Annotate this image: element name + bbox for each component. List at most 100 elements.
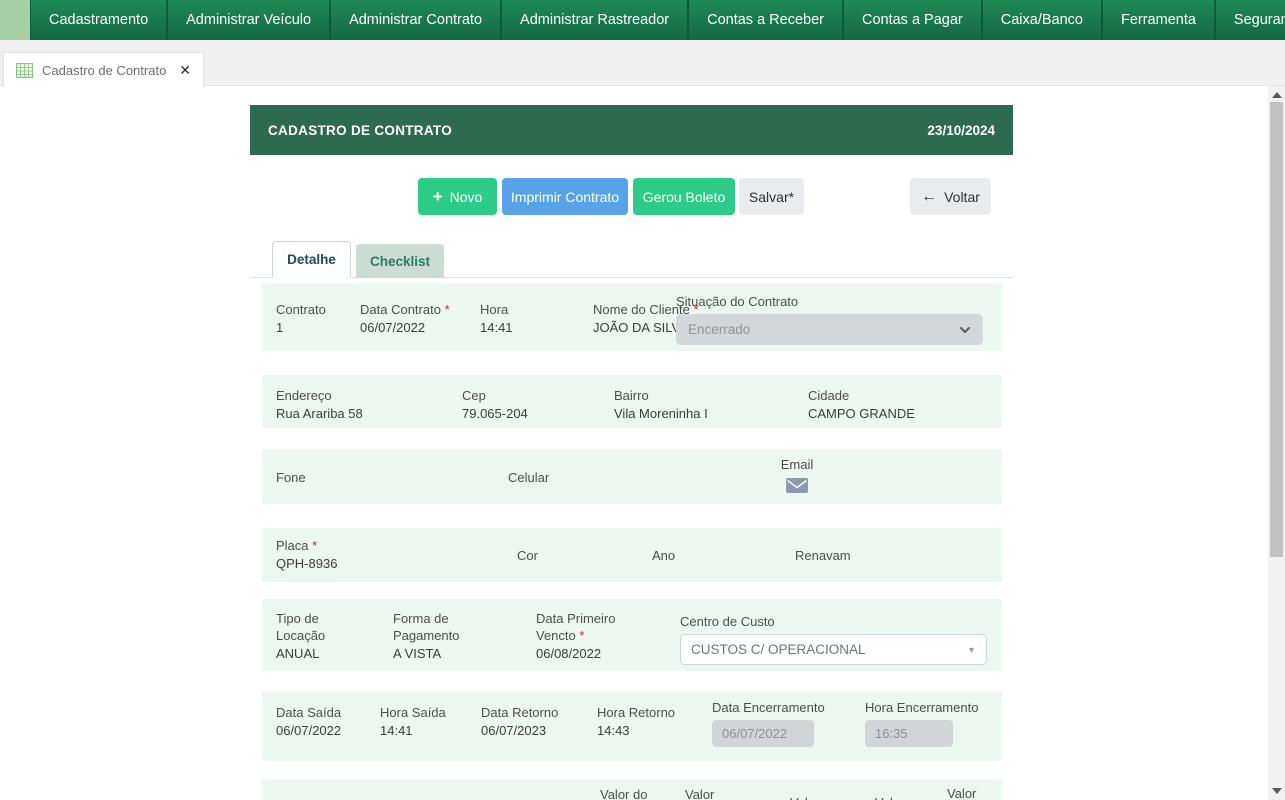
imprimir-contrato-button[interactable]: Imprimir Contrato bbox=[502, 178, 628, 215]
detail-tabs: Detalhe Checklist bbox=[250, 240, 1013, 278]
ano-label: Ano bbox=[652, 547, 675, 564]
data-encerramento-field: Data Encerramento 06/07/2022 bbox=[712, 699, 825, 747]
renavam-label: Renavam bbox=[795, 547, 851, 564]
hora-retorno-field: Hora Retorno 14:43 bbox=[597, 704, 675, 739]
tab-checklist[interactable]: Checklist bbox=[356, 244, 444, 278]
top-navbar: Cadastramento Administrar Veículo Admini… bbox=[0, 0, 1285, 40]
bairro-field: Bairro Vila Moreninha I bbox=[614, 387, 708, 422]
placa-label-text: Placa bbox=[276, 538, 309, 553]
nav-item-cadastramento[interactable]: Cadastramento bbox=[30, 0, 168, 40]
valor-label-1-text: Valor bbox=[685, 786, 745, 800]
hora-saida-label: Hora Saída bbox=[380, 704, 446, 721]
caret-down-icon: ▼ bbox=[967, 645, 976, 655]
envelope-icon[interactable] bbox=[786, 478, 808, 496]
panel-header: CADASTRO DE CONTRATO 23/10/2024 bbox=[250, 105, 1013, 155]
forma-pagamento-field: Forma de Pagamento A VISTA bbox=[393, 610, 473, 662]
gerou-boleto-button[interactable]: Gerou Boleto bbox=[633, 178, 735, 215]
voltar-label: Voltar bbox=[944, 189, 980, 205]
tab-detalhe[interactable]: Detalhe bbox=[272, 241, 351, 278]
nav-item-administrar-veiculo[interactable]: Administrar Veículo bbox=[168, 0, 331, 40]
hora-retorno-value: 14:43 bbox=[597, 722, 675, 739]
data-primeiro-vencto-field: Data Primeiro Vencto * 06/08/2022 bbox=[536, 610, 636, 662]
situacao-selected-value: Encerrado bbox=[688, 322, 750, 337]
screen: Cadastramento Administrar Veículo Admini… bbox=[0, 0, 1285, 800]
tipo-locacao-label: Tipo de Locação bbox=[276, 610, 338, 644]
form-row-payment: Tipo de Locação ANUAL Forma de Pagamento… bbox=[262, 599, 1002, 671]
valor-label-3: Valor bbox=[875, 794, 935, 800]
nav-item-contas-a-receber[interactable]: Contas a Receber bbox=[689, 0, 844, 40]
form-row-dates: Data Saída 06/07/2022 Hora Saída 14:41 D… bbox=[262, 691, 1002, 761]
tipo-locacao-field: Tipo de Locação ANUAL bbox=[276, 610, 338, 662]
hora-encerramento-label: Hora Encerramento bbox=[865, 699, 978, 716]
page-title: CADASTRO DE CONTRATO bbox=[268, 123, 452, 138]
hora-field: Hora 14:41 bbox=[480, 301, 513, 336]
close-icon[interactable]: ✕ bbox=[179, 62, 191, 79]
plus-icon: + bbox=[433, 188, 443, 205]
situacao-select[interactable]: Encerrado bbox=[676, 314, 983, 345]
page-tab-label: Cadastro de Contrato bbox=[42, 63, 166, 78]
situacao-label: Situação do Contrato bbox=[676, 293, 983, 310]
nav-item-seguranca[interactable]: Segurança bbox=[1216, 0, 1285, 40]
centro-custo-selected-value: CUSTOS C/ OPERACIONAL bbox=[691, 642, 866, 657]
contract-panel: CADASTRO DE CONTRATO 23/10/2024 + Novo I… bbox=[250, 105, 1013, 800]
scroll-up-icon[interactable] bbox=[1272, 92, 1282, 98]
data-saida-field: Data Saída 06/07/2022 bbox=[276, 704, 341, 739]
arrow-left-icon: ← bbox=[921, 189, 937, 205]
nav-item-contas-a-pagar[interactable]: Contas a Pagar bbox=[844, 0, 983, 40]
required-asterisk: * bbox=[312, 538, 317, 553]
valor-label-2-text: Valor bbox=[790, 794, 850, 800]
vertical-scrollbar[interactable] bbox=[1268, 86, 1285, 800]
contrato-value: 1 bbox=[276, 319, 326, 336]
renavam-field: Renavam bbox=[795, 547, 851, 564]
valor-do-label: Valor do bbox=[600, 786, 670, 800]
data-retorno-value: 06/07/2023 bbox=[481, 722, 558, 739]
nav-item-ferramenta[interactable]: Ferramenta bbox=[1103, 0, 1216, 40]
scroll-down-icon[interactable] bbox=[1272, 788, 1282, 794]
salvar-button[interactable]: Salvar* bbox=[739, 178, 804, 215]
centro-custo-select[interactable]: CUSTOS C/ OPERACIONAL ▼ bbox=[680, 634, 987, 665]
data-primeiro-vencto-value: 06/08/2022 bbox=[536, 645, 636, 662]
email-label: Email bbox=[767, 456, 827, 473]
cor-field: Cor bbox=[517, 547, 538, 564]
cidade-label: Cidade bbox=[808, 387, 915, 404]
hora-encerramento-input[interactable]: 16:35 bbox=[865, 720, 953, 747]
centro-custo-field: Centro de Custo CUSTOS C/ OPERACIONAL ▼ bbox=[680, 613, 987, 665]
required-asterisk: * bbox=[445, 302, 450, 317]
endereco-field: Endereço Rua Arariba 58 bbox=[276, 387, 363, 422]
cep-value: 79.065-204 bbox=[462, 405, 528, 422]
endereco-label: Endereço bbox=[276, 387, 363, 404]
required-asterisk: * bbox=[579, 628, 584, 643]
cidade-value: CAMPO GRANDE bbox=[808, 405, 915, 422]
valor-label-1: Valor bbox=[685, 786, 745, 800]
ano-field: Ano bbox=[652, 547, 675, 564]
voltar-button[interactable]: ← Voltar bbox=[910, 178, 991, 215]
contrato-field: Contrato 1 bbox=[276, 301, 326, 336]
hora-label: Hora bbox=[480, 301, 513, 318]
page-tab-bar: Cadastro de Contrato ✕ bbox=[0, 40, 1285, 86]
scrollbar-thumb[interactable] bbox=[1270, 102, 1283, 557]
data-encerramento-input[interactable]: 06/07/2022 bbox=[712, 720, 814, 747]
email-field: Email bbox=[767, 456, 827, 496]
forma-pagamento-value: A VISTA bbox=[393, 645, 473, 662]
cidade-field: Cidade CAMPO GRANDE bbox=[808, 387, 915, 422]
endereco-value: Rua Arariba 58 bbox=[276, 405, 363, 422]
form-row-vehicle: Placa * QPH-8936 Cor Ano Renavam bbox=[262, 528, 1002, 582]
data-contrato-field: Data Contrato * 06/07/2022 bbox=[360, 301, 450, 336]
fone-label: Fone bbox=[276, 469, 306, 486]
chevron-down-icon bbox=[959, 324, 971, 336]
hora-saida-value: 14:41 bbox=[380, 722, 446, 739]
forma-pagamento-label: Forma de Pagamento bbox=[393, 610, 473, 644]
nav-item-administrar-rastreador[interactable]: Administrar Rastreador bbox=[502, 0, 689, 40]
data-contrato-value: 06/07/2022 bbox=[360, 319, 450, 336]
hora-saida-field: Hora Saída 14:41 bbox=[380, 704, 446, 739]
placa-field: Placa * QPH-8936 bbox=[276, 537, 337, 572]
cor-label: Cor bbox=[517, 547, 538, 564]
tipo-locacao-value: ANUAL bbox=[276, 645, 338, 662]
novo-button[interactable]: + Novo bbox=[418, 178, 497, 215]
nav-item-caixa-banco[interactable]: Caixa/Banco bbox=[983, 0, 1103, 40]
nav-item-administrar-contrato[interactable]: Administrar Contrato bbox=[331, 0, 502, 40]
form-row-contact: Fone Celular Email bbox=[262, 449, 1002, 504]
page-tab-cadastro-de-contrato[interactable]: Cadastro de Contrato ✕ bbox=[3, 52, 204, 87]
table-grid-icon bbox=[16, 63, 33, 78]
hora-retorno-label: Hora Retorno bbox=[597, 704, 675, 721]
